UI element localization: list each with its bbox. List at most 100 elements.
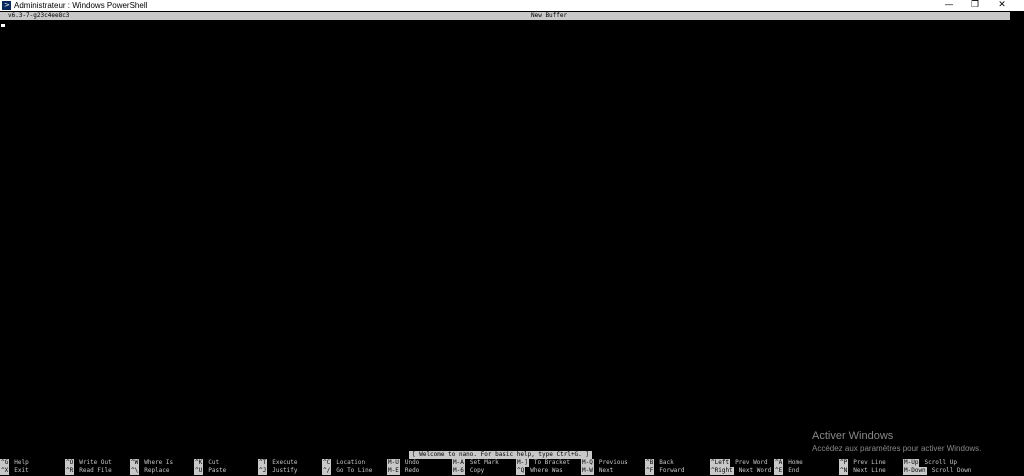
shortcut-label: Scroll Down — [931, 467, 972, 474]
shortcut-key: ^W — [130, 459, 140, 467]
shortcut-key: M-Down — [903, 467, 927, 475]
shortcut-item[interactable]: ^W Where Is — [130, 459, 173, 467]
shortcut-item[interactable]: ^/ Go To Line — [322, 467, 372, 475]
shortcut-label: Replace — [144, 467, 170, 474]
shortcut-item[interactable]: M-U Undo — [387, 459, 419, 467]
shortcut-item[interactable]: ^J Justify — [258, 467, 298, 475]
shortcut-key: M-U — [387, 459, 400, 467]
shortcut-row-1: ^G Help ^O Write Out ^W Where Is ^K Cut ^T Execut… — [0, 459, 1010, 467]
shortcut-item[interactable]: ^R Read File — [65, 467, 112, 475]
shortcut-label: To Bracket — [533, 459, 570, 466]
window-title: Administrateur : Windows PowerShell — [14, 1, 148, 10]
restore-button[interactable]: ❐ — [962, 0, 988, 11]
shortcut-item[interactable]: ^N Next Line — [839, 467, 886, 475]
shortcut-label: Justify — [272, 467, 298, 474]
shortcut-label: Cut — [208, 459, 220, 466]
shortcut-label: Exit — [14, 467, 29, 474]
shortcut-label: Write Out — [79, 459, 112, 466]
close-button[interactable]: ✕ — [989, 0, 1015, 11]
shortcut-item[interactable]: ^U Paste — [194, 467, 226, 475]
shortcut-key: ^C — [322, 459, 332, 467]
shortcut-label: Read File — [79, 467, 112, 474]
shortcut-key: ^F — [645, 467, 655, 475]
shortcut-item[interactable]: M-6 Copy — [452, 467, 484, 475]
nano-version: v6.3-7-g23c4ee8c3 — [8, 12, 70, 19]
shortcut-item[interactable]: ^Q Where Was — [516, 467, 563, 475]
shortcut-key: ^/ — [322, 467, 332, 475]
shortcut-row-2: ^X Exit ^R Read File ^\ Replace ^U Paste ^J Justi… — [0, 467, 1010, 475]
shortcut-item[interactable]: M-] To Bracket — [516, 459, 570, 467]
text-cursor[interactable] — [1, 24, 5, 27]
shortcut-label: Next Word — [738, 467, 772, 474]
shortcut-key: ^A — [774, 459, 784, 467]
shortcut-item[interactable]: ^F Forward — [645, 467, 685, 475]
shortcut-key: ^T — [258, 459, 268, 467]
shortcut-key: ^R — [65, 467, 75, 475]
shortcut-key: ^K — [194, 459, 204, 467]
shortcut-key: ^X — [0, 467, 10, 475]
shortcut-item[interactable]: ^O Write Out — [65, 459, 112, 467]
shortcut-key: M-W — [581, 467, 594, 475]
shortcut-key: ^E — [774, 467, 784, 475]
shortcut-item[interactable]: ^K Cut — [194, 459, 219, 467]
shortcut-key: M-A — [452, 459, 465, 467]
shortcut-item[interactable]: ^B Back — [645, 459, 674, 467]
status-message: [ Welcome to nano. For basic help, type … — [409, 451, 593, 459]
shortcut-item[interactable]: ^X Exit — [0, 467, 29, 475]
shortcut-item[interactable]: ^\ Replace — [130, 467, 170, 475]
shortcut-label: Set Mark — [469, 459, 499, 466]
activation-watermark: Activer Windows Accédez aux paramètres p… — [812, 430, 981, 456]
shortcut-key: ^Q — [516, 467, 526, 475]
shortcut-item[interactable]: ^E End — [774, 467, 799, 475]
shortcut-label: End — [788, 467, 800, 474]
shortcut-item[interactable]: ^P Prev Line — [839, 459, 886, 467]
shortcut-item[interactable]: ^C Location — [322, 459, 365, 467]
shortcut-item[interactable]: ^T Execute — [258, 459, 298, 467]
watermark-subtitle: Accédez aux paramètres pour activer Wind… — [812, 444, 982, 453]
window-titlebar: > Administrateur : Windows PowerShell — … — [0, 0, 1024, 11]
shortcut-label: Copy — [469, 467, 485, 474]
shortcut-label: Where Is — [144, 459, 174, 466]
shortcut-label: Home — [788, 459, 803, 466]
shortcut-label: Redo — [404, 467, 420, 474]
shortcut-item[interactable]: ^G Help — [0, 459, 29, 467]
shortcut-item[interactable]: M-Q Previous — [581, 459, 628, 467]
shortcut-key: M-Q — [581, 459, 594, 467]
nano-title-bar: v6.3-7-g23c4ee8c3 New Buffer — [0, 12, 1010, 20]
shortcut-key: ^P — [839, 459, 849, 467]
minimize-button[interactable]: — — [936, 0, 962, 11]
shortcut-item[interactable]: ^A Home — [774, 459, 803, 467]
shortcut-key: M-6 — [452, 467, 465, 475]
shortcut-key: ^U — [194, 467, 204, 475]
shortcut-label: Execute — [272, 459, 298, 466]
shortcut-key: M-Up — [903, 459, 920, 467]
shortcut-label: Help — [14, 459, 29, 466]
shortcut-label: Scroll Up — [924, 459, 957, 466]
shortcut-key: M-] — [516, 459, 529, 467]
shortcut-label: Paste — [208, 467, 227, 474]
powershell-icon: > — [2, 1, 11, 10]
shortcut-label: Previous — [598, 459, 628, 466]
shortcut-key: ^B — [645, 459, 655, 467]
scrollbar[interactable] — [1010, 11, 1024, 476]
shortcut-key: ^J — [258, 467, 268, 475]
shortcut-item[interactable]: ^Left Prev Word — [710, 459, 768, 467]
shortcut-key: ^Right — [710, 467, 734, 475]
shortcut-label: Where Was — [530, 467, 563, 474]
shortcut-label: Prev Word — [735, 459, 768, 466]
shortcut-item[interactable]: M-E Redo — [387, 467, 419, 475]
shortcut-key: M-E — [387, 467, 400, 475]
shortcut-key: ^\ — [130, 467, 140, 475]
buffer-name: New Buffer — [531, 12, 568, 19]
shortcut-item[interactable]: M-A Set Mark — [452, 459, 499, 467]
shortcut-label: Location — [336, 459, 366, 466]
shortcut-label: Back — [659, 459, 674, 466]
shortcut-key: ^N — [839, 467, 849, 475]
shortcut-label: Forward — [659, 467, 685, 474]
shortcut-item[interactable]: ^Right Next Word — [710, 467, 771, 475]
shortcut-label: Prev Line — [853, 459, 886, 466]
shortcut-label: Next — [598, 467, 614, 474]
shortcut-item[interactable]: M-W Next — [581, 467, 613, 475]
shortcut-item[interactable]: M-Up Scroll Up — [903, 459, 957, 467]
shortcut-item[interactable]: M-Down Scroll Down — [903, 467, 971, 475]
